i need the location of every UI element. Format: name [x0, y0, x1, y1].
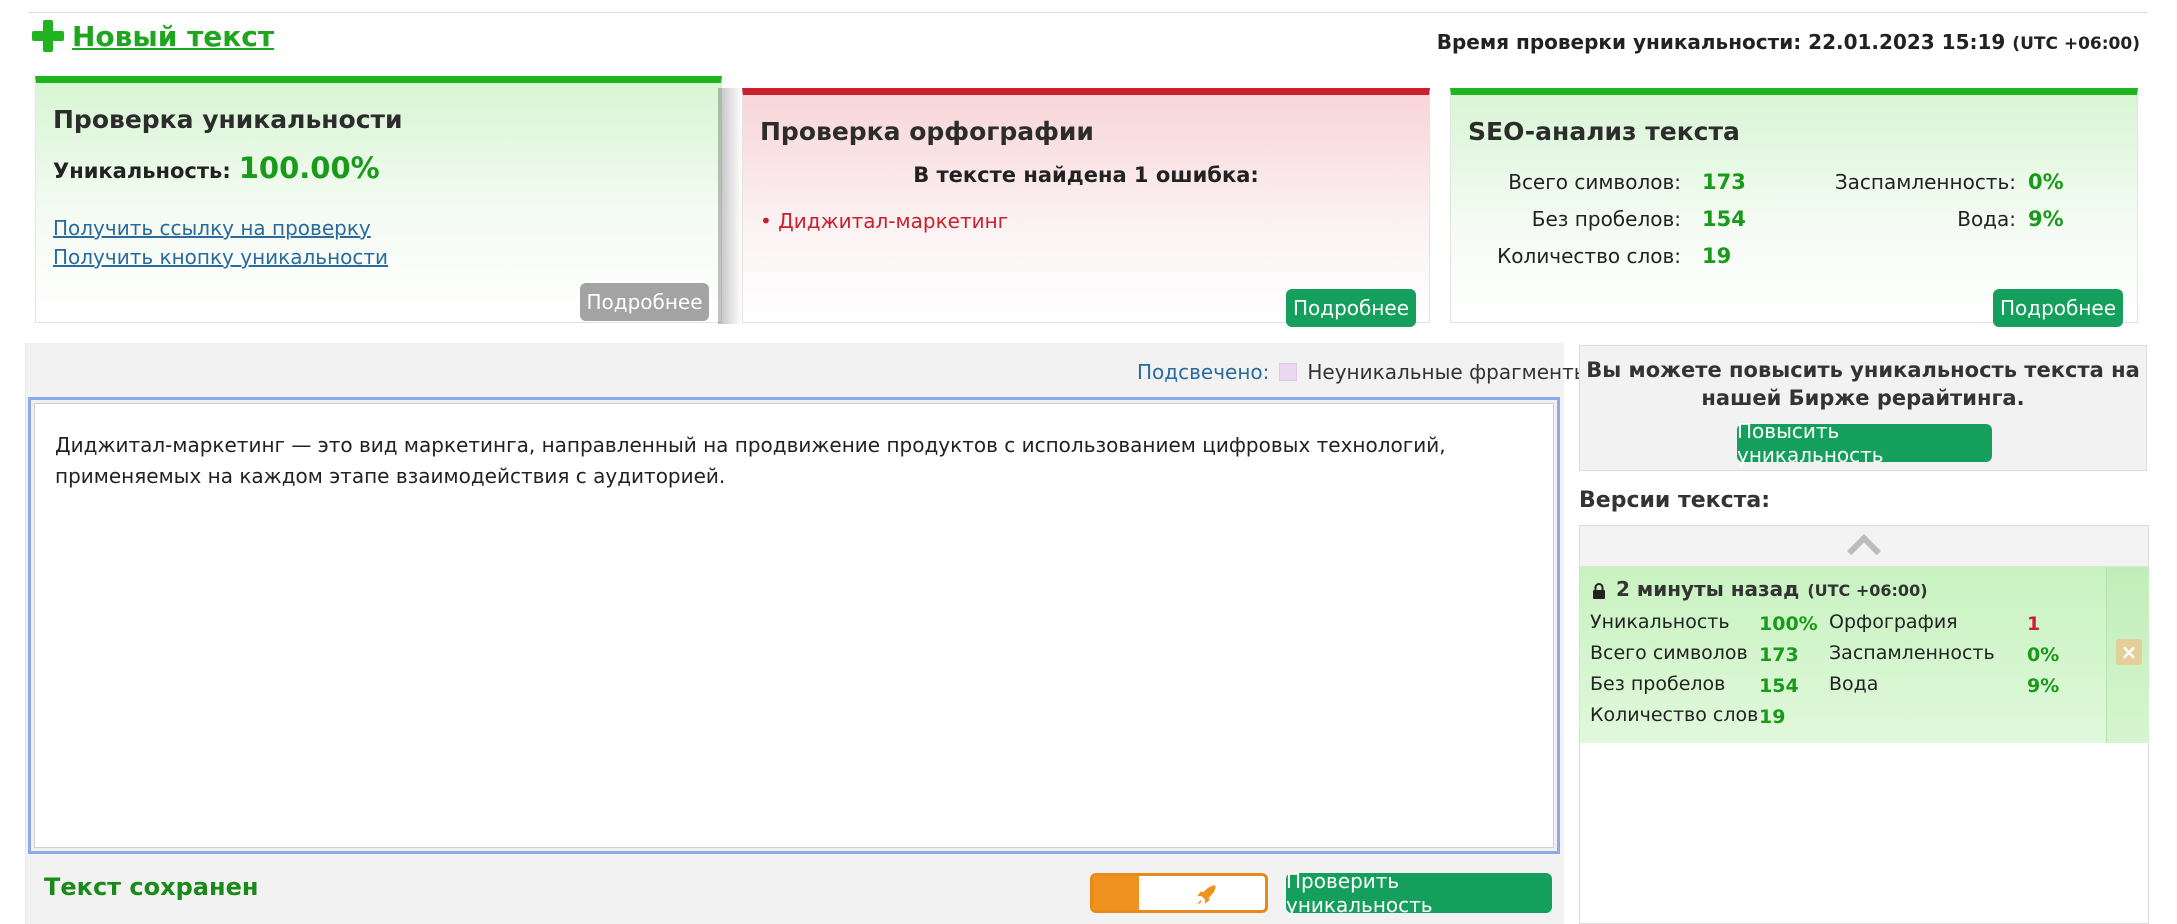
highlight-label: Подсвечено: [1137, 360, 1270, 384]
seo-word-count-value: 19 [1702, 244, 1732, 268]
seo-details-button[interactable]: Подробнее [1993, 289, 2123, 327]
close-icon[interactable]: × [2116, 639, 2142, 665]
version-item[interactable]: 2 минуты назад (UTC +06:00) Уникальность… [1580, 567, 2106, 743]
version-word-count-label: Количество слов [1590, 704, 1759, 726]
seo-word-count-label: Количество слов: [1497, 244, 1681, 268]
check-time: Время проверки уникальности: 22.01.2023 … [1436, 30, 2140, 54]
seo-card: SEO-анализ текста Всего символов: 173 Бе… [1450, 88, 2138, 327]
seo-total-chars-label: Всего символов: [1508, 170, 1681, 194]
version-uniqueness-value: 100% [1759, 613, 1818, 635]
card-shadow [718, 88, 742, 324]
version-spelling-value: 1 [2027, 613, 2041, 635]
version-total-chars-label: Всего символов [1590, 642, 1748, 664]
get-button-link[interactable]: Получить кнопку уникальности [53, 245, 388, 269]
seo-spam-label: Заспамленность: [1834, 170, 2016, 194]
version-no-spaces-label: Без пробелов [1590, 673, 1726, 695]
version-uniqueness-label: Уникальность [1590, 611, 1730, 633]
versions-scroll-up[interactable] [1580, 526, 2148, 568]
version-no-spaces-value: 154 [1759, 675, 1799, 697]
spelling-title: Проверка орфографии [760, 117, 1094, 146]
toggle-knob [1093, 876, 1139, 910]
seo-spam-value: 0% [2028, 170, 2064, 194]
spelling-error-item[interactable]: • Диджитал-маркетинг [760, 209, 1008, 233]
uniqueness-card: Проверка уникальности Уникальность: 100.… [35, 76, 722, 323]
text-editor[interactable]: Диджитал-маркетинг — это вид маркетинга,… [28, 397, 1560, 854]
spelling-details-button[interactable]: Подробнее [1286, 289, 1416, 327]
rocket-toggle[interactable] [1090, 873, 1268, 913]
promo-text: Вы можете повысить уникальность текста н… [1586, 358, 2140, 410]
chevron-up-icon [1847, 534, 1881, 568]
rocket-icon [1197, 885, 1216, 904]
lock-icon [1593, 583, 1605, 599]
highlight-swatch [1279, 363, 1298, 381]
version-spam-value: 0% [2027, 644, 2060, 666]
new-text-link[interactable]: Новый текст [30, 14, 274, 58]
saved-status: Текст сохранен [44, 873, 259, 901]
top-divider [28, 12, 2148, 13]
plus-icon [30, 18, 66, 54]
version-total-chars-value: 173 [1759, 644, 1799, 666]
seo-title: SEO-анализ текста [1468, 117, 1740, 146]
spelling-found-text: В тексте найдена 1 ошибка: [913, 163, 1259, 187]
new-text-label[interactable]: Новый текст [72, 20, 274, 53]
version-water-label: Вода [1829, 673, 1879, 695]
spelling-card: Проверка орфографии В тексте найдена 1 о… [742, 88, 1430, 327]
text-editor-content[interactable]: Диджитал-маркетинг — это вид маркетинга,… [34, 403, 1554, 848]
highlight-legend-text: Неуникальные фрагменты [1307, 360, 1590, 384]
uniqueness-title: Проверка уникальности [53, 105, 403, 134]
promo-box: Вы можете повысить уникальность текста н… [1579, 345, 2147, 471]
uniqueness-score: Уникальность: 100.00% [53, 151, 380, 185]
version-word-count-value: 19 [1759, 706, 1786, 728]
seo-water-value: 9% [2028, 207, 2064, 231]
check-uniqueness-button[interactable]: Проверить уникальность [1286, 869, 1552, 917]
seo-no-spaces-value: 154 [1702, 207, 1746, 231]
boost-uniqueness-button[interactable]: Повысить уникальность [1737, 419, 1992, 467]
seo-water-label: Вода: [1957, 207, 2016, 231]
version-actions: × [2106, 567, 2149, 743]
seo-total-chars-value: 173 [1702, 170, 1746, 194]
versions-list: 2 минуты назад (UTC +06:00) Уникальность… [1579, 525, 2149, 924]
get-report-link[interactable]: Получить ссылку на проверку [53, 216, 371, 240]
uniqueness-details-button[interactable]: Подробнее [580, 283, 709, 321]
versions-title: Версии текста: [1579, 488, 1771, 513]
version-water-value: 9% [2027, 675, 2060, 697]
seo-no-spaces-label: Без пробелов: [1531, 207, 1681, 231]
version-spam-label: Заспамленность [1829, 642, 1995, 664]
version-time: 2 минуты назад (UTC +06:00) [1616, 577, 1928, 601]
version-spelling-label: Орфография [1829, 611, 1958, 633]
highlight-legend: Подсвечено: Неуникальные фрагменты [1137, 360, 1590, 384]
